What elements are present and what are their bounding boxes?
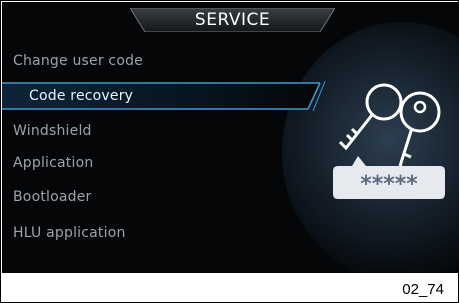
menu-item-windshield[interactable]: Windshield xyxy=(2,116,322,146)
menu-item-hlu-application[interactable]: HLU application xyxy=(2,218,322,248)
menu-item-label: Windshield xyxy=(13,123,92,139)
menu-item-bootloader[interactable]: Bootloader xyxy=(2,182,322,212)
figure-id: 02_74 xyxy=(402,281,444,298)
menu-item-label: Change user code xyxy=(13,53,143,69)
menu-item-change-user-code[interactable]: Change user code xyxy=(2,46,322,76)
menu-item-label: Bootloader xyxy=(13,189,92,205)
menu-item-label: Code recovery xyxy=(29,88,134,104)
masked-code-text: ***** xyxy=(360,172,418,197)
key-password-icon: ***** xyxy=(333,83,445,199)
menu-item-label: Application xyxy=(13,155,94,171)
menu-item-application[interactable]: Application xyxy=(2,148,322,178)
menu-item-label: HLU application xyxy=(13,225,126,241)
service-menu: Change user code Code recovery Windshiel… xyxy=(2,2,332,273)
menu-item-code-recovery[interactable]: Code recovery xyxy=(2,81,326,111)
figure-frame: SERVICE Change user code Code recovery W… xyxy=(0,0,459,303)
service-display: SERVICE Change user code Code recovery W… xyxy=(2,2,459,273)
